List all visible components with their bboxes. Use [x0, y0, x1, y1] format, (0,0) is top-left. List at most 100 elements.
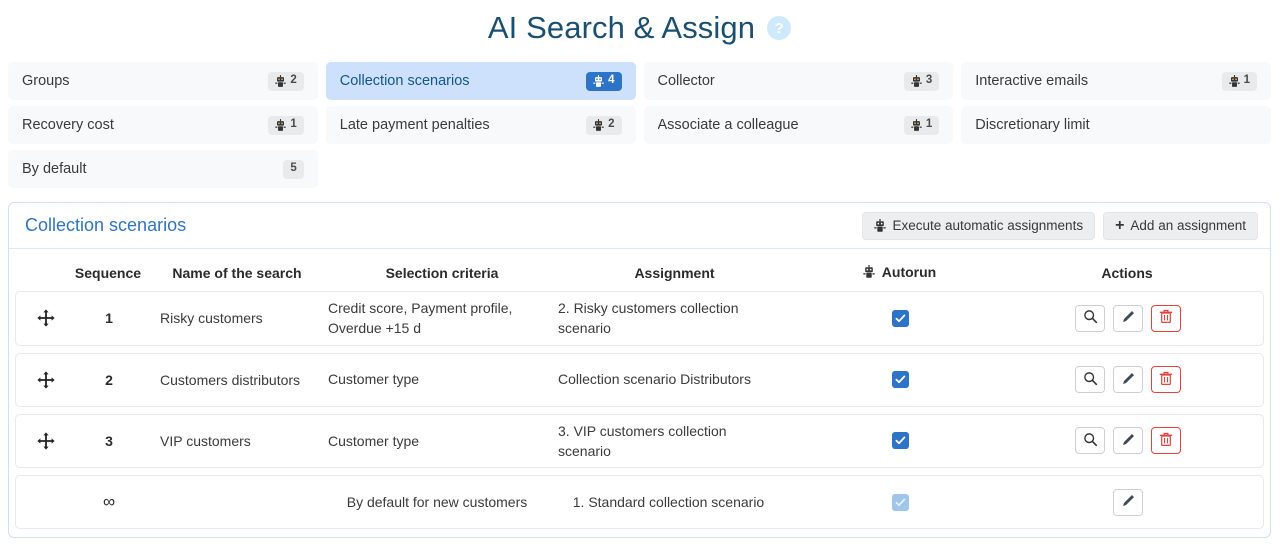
panel-title: Collection scenarios [25, 215, 187, 235]
app-root: AI Search & Assign ? Groups 2 Collection s… [0, 0, 1279, 550]
tab-label: Recovery cost [22, 117, 114, 133]
table-row: 2 Customers distributors Customer type Coll… [15, 352, 1264, 407]
edit-button[interactable] [1113, 488, 1143, 516]
tab-count-value: 4 [608, 74, 615, 87]
search-button[interactable] [1075, 304, 1105, 332]
column-header-actions: Actions [1101, 265, 1153, 281]
edit-button[interactable] [1113, 304, 1143, 332]
tab-interactive-emails[interactable]: Interactive emails 1 [961, 62, 1271, 100]
edit-icon [1121, 309, 1136, 327]
row-assignment: 1. Standard collection scenario [572, 494, 765, 511]
tab-associate-a-colleague[interactable]: Associate a colleague 1 [643, 106, 954, 144]
tab-count-value: 1 [290, 118, 297, 131]
robot-icon [275, 118, 287, 132]
panel-toolbar: Execute automatic assignments + Add an a… [862, 211, 1258, 240]
row-sequence: 2 [105, 371, 113, 388]
delete-button[interactable] [1151, 427, 1181, 455]
tab-count-badge: 1 [1221, 71, 1257, 91]
delete-button[interactable] [1151, 366, 1181, 394]
tab-label: Discretionary limit [975, 117, 1090, 133]
search-icon [1083, 432, 1098, 450]
edit-button[interactable] [1113, 427, 1143, 455]
search-button[interactable] [1075, 427, 1105, 455]
tab-label: Late payment penalties [339, 117, 490, 133]
robot-icon [593, 74, 604, 88]
row-assignment: 2. Risky customers collection scenario [558, 300, 739, 337]
robot-icon [911, 74, 922, 88]
tab-label: Groups [22, 73, 70, 89]
row-selection-criteria: Customer type [328, 432, 420, 449]
autorun-checkbox [892, 493, 909, 511]
tab-recovery-cost[interactable]: Recovery cost 1 [8, 106, 318, 144]
tab-count-value: 1 [925, 118, 933, 131]
autorun-checkbox[interactable] [892, 371, 909, 389]
tab-discretionary-limit[interactable]: Discretionary limit [961, 106, 1271, 144]
tab-collector[interactable]: Collector 3 [643, 62, 954, 100]
drag-handle-icon[interactable] [22, 432, 70, 450]
row-actions [1008, 488, 1248, 516]
add-assignment-button[interactable]: + Add an assignment [1103, 211, 1258, 240]
search-button[interactable] [1075, 366, 1105, 394]
panel-header: Collection scenarios Execute automatic a… [9, 203, 1270, 249]
tab-count-value: 2 [608, 118, 615, 131]
row-autorun-cell [793, 309, 1008, 327]
table-header-row: Sequence Name of the search Selection cr… [15, 255, 1264, 291]
column-header-sequence: Sequence [74, 265, 142, 281]
row-actions [1008, 427, 1248, 455]
tab-label: Collection scenarios [339, 73, 470, 89]
execute-automatic-assignments-label: Execute automatic assignments [892, 218, 1084, 233]
column-header-criteria: Selection criteria [385, 265, 499, 281]
execute-automatic-assignments-button[interactable]: Execute automatic assignments [862, 211, 1096, 240]
row-selection-criteria: Credit score, Payment profile, Overdue +… [328, 300, 513, 337]
row-actions [1008, 366, 1248, 394]
row-selection-criteria: By default for new customers [346, 494, 528, 511]
drag-handle-icon[interactable] [22, 370, 70, 389]
category-tab-grid: Groups 2 Collection scenarios 4 Collector 3 In… [0, 56, 1279, 188]
tab-late-payment-penalties[interactable]: Late payment penalties 2 [325, 106, 636, 144]
tab-label: Collector [657, 73, 715, 89]
row-sequence: ∞ [102, 492, 116, 512]
tab-count-badge: 2 [586, 115, 622, 135]
tab-count-badge: 4 [586, 71, 622, 91]
delete-button[interactable] [1151, 304, 1181, 332]
tab-count-badge: 3 [903, 71, 940, 91]
edit-icon [1121, 493, 1136, 511]
tab-by-default[interactable]: By default 5 [8, 150, 318, 188]
table-row: 3 VIP customers Customer type 3. VIP custom… [15, 413, 1264, 469]
edit-icon [1121, 371, 1136, 389]
row-autorun-cell [793, 493, 1008, 511]
tab-count-value: 1 [1243, 74, 1250, 87]
table-row: 1 Risky customers Credit score, Payment pr… [15, 291, 1264, 346]
row-search-name: Customers distributors [160, 371, 301, 388]
row-search-name: Risky customers [160, 310, 263, 327]
page-title: AI Search & Assign [487, 10, 756, 45]
robot-icon [275, 74, 287, 88]
tab-groups[interactable]: Groups 2 [8, 62, 318, 100]
tab-collection-scenarios[interactable]: Collection scenarios 4 [325, 62, 636, 100]
tab-label: By default [22, 161, 87, 177]
row-search-name: VIP customers [160, 432, 251, 449]
robot-icon [874, 218, 887, 233]
help-circle-icon[interactable]: ? [767, 16, 792, 40]
drag-handle-icon[interactable] [22, 309, 70, 327]
row-actions [1008, 304, 1248, 332]
tab-label: Interactive emails [975, 73, 1089, 89]
row-sequence: 1 [105, 310, 113, 327]
column-header-name: Name of the search [172, 265, 302, 281]
plus-icon: + [1115, 216, 1125, 234]
tab-label: Associate a colleague [657, 117, 799, 133]
page-header: AI Search & Assign ? [0, 0, 1279, 56]
collection-scenarios-panel: Collection scenarios Execute automatic a… [8, 202, 1271, 539]
row-autorun-cell [793, 371, 1008, 389]
robot-icon [911, 118, 922, 132]
autorun-checkbox[interactable] [892, 309, 909, 327]
edit-button[interactable] [1113, 366, 1143, 394]
edit-icon [1121, 432, 1136, 450]
column-header-autorun: Autorun [792, 264, 1007, 282]
row-assignment: 3. VIP customers collection scenario [558, 422, 727, 459]
assignments-table: Sequence Name of the search Selection cr… [9, 249, 1270, 537]
add-assignment-label: Add an assignment [1130, 218, 1246, 233]
tab-count-value: 2 [290, 74, 297, 87]
delete-icon [1159, 371, 1173, 389]
autorun-checkbox[interactable] [892, 432, 909, 450]
